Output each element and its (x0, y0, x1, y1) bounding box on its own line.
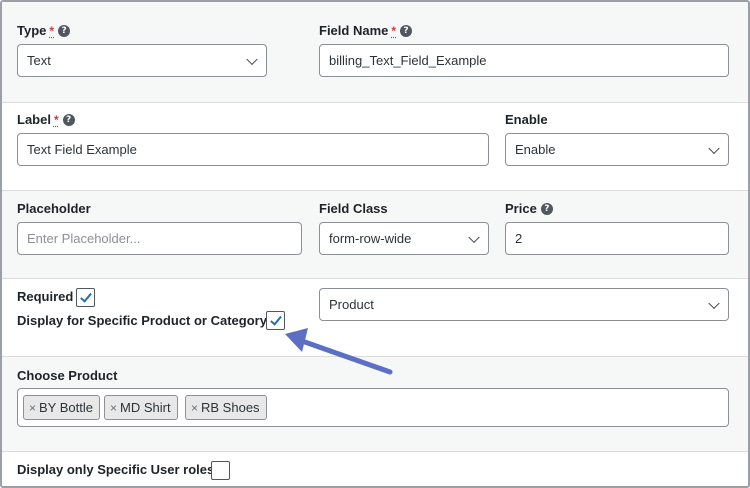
label-label: Label * ? (17, 112, 75, 127)
product-tag[interactable]: × BY Bottle (23, 395, 100, 420)
row-required-product: Required Display for Specific Product or… (2, 279, 748, 357)
chevron-down-icon (708, 142, 720, 154)
field-name-input[interactable]: billing_Text_Field_Example (319, 44, 729, 77)
field-editor-panel: Type * ? Text Field Name * ? billing_Tex… (0, 0, 750, 488)
field-class-label: Field Class (319, 201, 388, 216)
enable-label: Enable (505, 112, 548, 127)
user-roles-checkbox[interactable] (211, 461, 230, 480)
chevron-down-icon (708, 297, 720, 309)
required-mark: * (391, 23, 397, 38)
chevron-down-icon (246, 53, 258, 65)
help-icon[interactable]: ? (62, 113, 75, 126)
placeholder-input[interactable]: Enter Placeholder... (17, 222, 302, 255)
remove-tag-icon[interactable]: × (110, 401, 117, 415)
user-roles-label: Display only Specific User roles (17, 462, 215, 477)
specific-product-checkbox[interactable] (266, 311, 285, 330)
row-user-roles: Display only Specific User roles (2, 452, 748, 486)
help-icon[interactable]: ? (58, 24, 71, 37)
price-label: Price ? (505, 201, 553, 216)
choose-product-multiselect[interactable]: × BY Bottle × MD Shirt × RB Shoes (17, 388, 729, 427)
help-icon[interactable]: ? (400, 24, 413, 37)
price-input[interactable]: 2 (505, 222, 729, 255)
required-mark: * (49, 23, 55, 38)
choose-product-label: Choose Product (17, 368, 118, 383)
label-input[interactable]: Text Field Example (17, 133, 489, 166)
product-tag[interactable]: × MD Shirt (104, 395, 178, 420)
row-label-enable: Label * ? Text Field Example Enable Enab… (2, 103, 748, 191)
product-category-select[interactable]: Product (319, 288, 729, 321)
checkmark-icon (80, 290, 92, 303)
row-choose-product: Choose Product × BY Bottle × MD Shirt × … (2, 357, 748, 452)
product-tag[interactable]: × RB Shoes (185, 395, 267, 420)
type-select[interactable]: Text (17, 44, 267, 77)
help-icon[interactable]: ? (540, 202, 553, 215)
required-mark: * (53, 112, 59, 127)
specific-product-label: Display for Specific Product or Category (17, 313, 267, 328)
row-type-fieldname: Type * ? Text Field Name * ? billing_Tex… (2, 2, 748, 103)
chevron-down-icon (468, 231, 480, 243)
enable-select[interactable]: Enable (505, 133, 729, 166)
required-checkbox[interactable] (76, 288, 95, 307)
row-placeholder-class-price: Placeholder Enter Placeholder... Field C… (2, 191, 748, 279)
remove-tag-icon[interactable]: × (29, 401, 36, 415)
placeholder-label: Placeholder (17, 201, 91, 216)
field-class-select[interactable]: form-row-wide (319, 222, 489, 255)
field-name-label: Field Name * ? (319, 23, 413, 38)
remove-tag-icon[interactable]: × (191, 401, 198, 415)
type-label: Type * ? (17, 23, 71, 38)
required-label: Required (17, 289, 74, 304)
checkmark-icon (270, 313, 282, 326)
